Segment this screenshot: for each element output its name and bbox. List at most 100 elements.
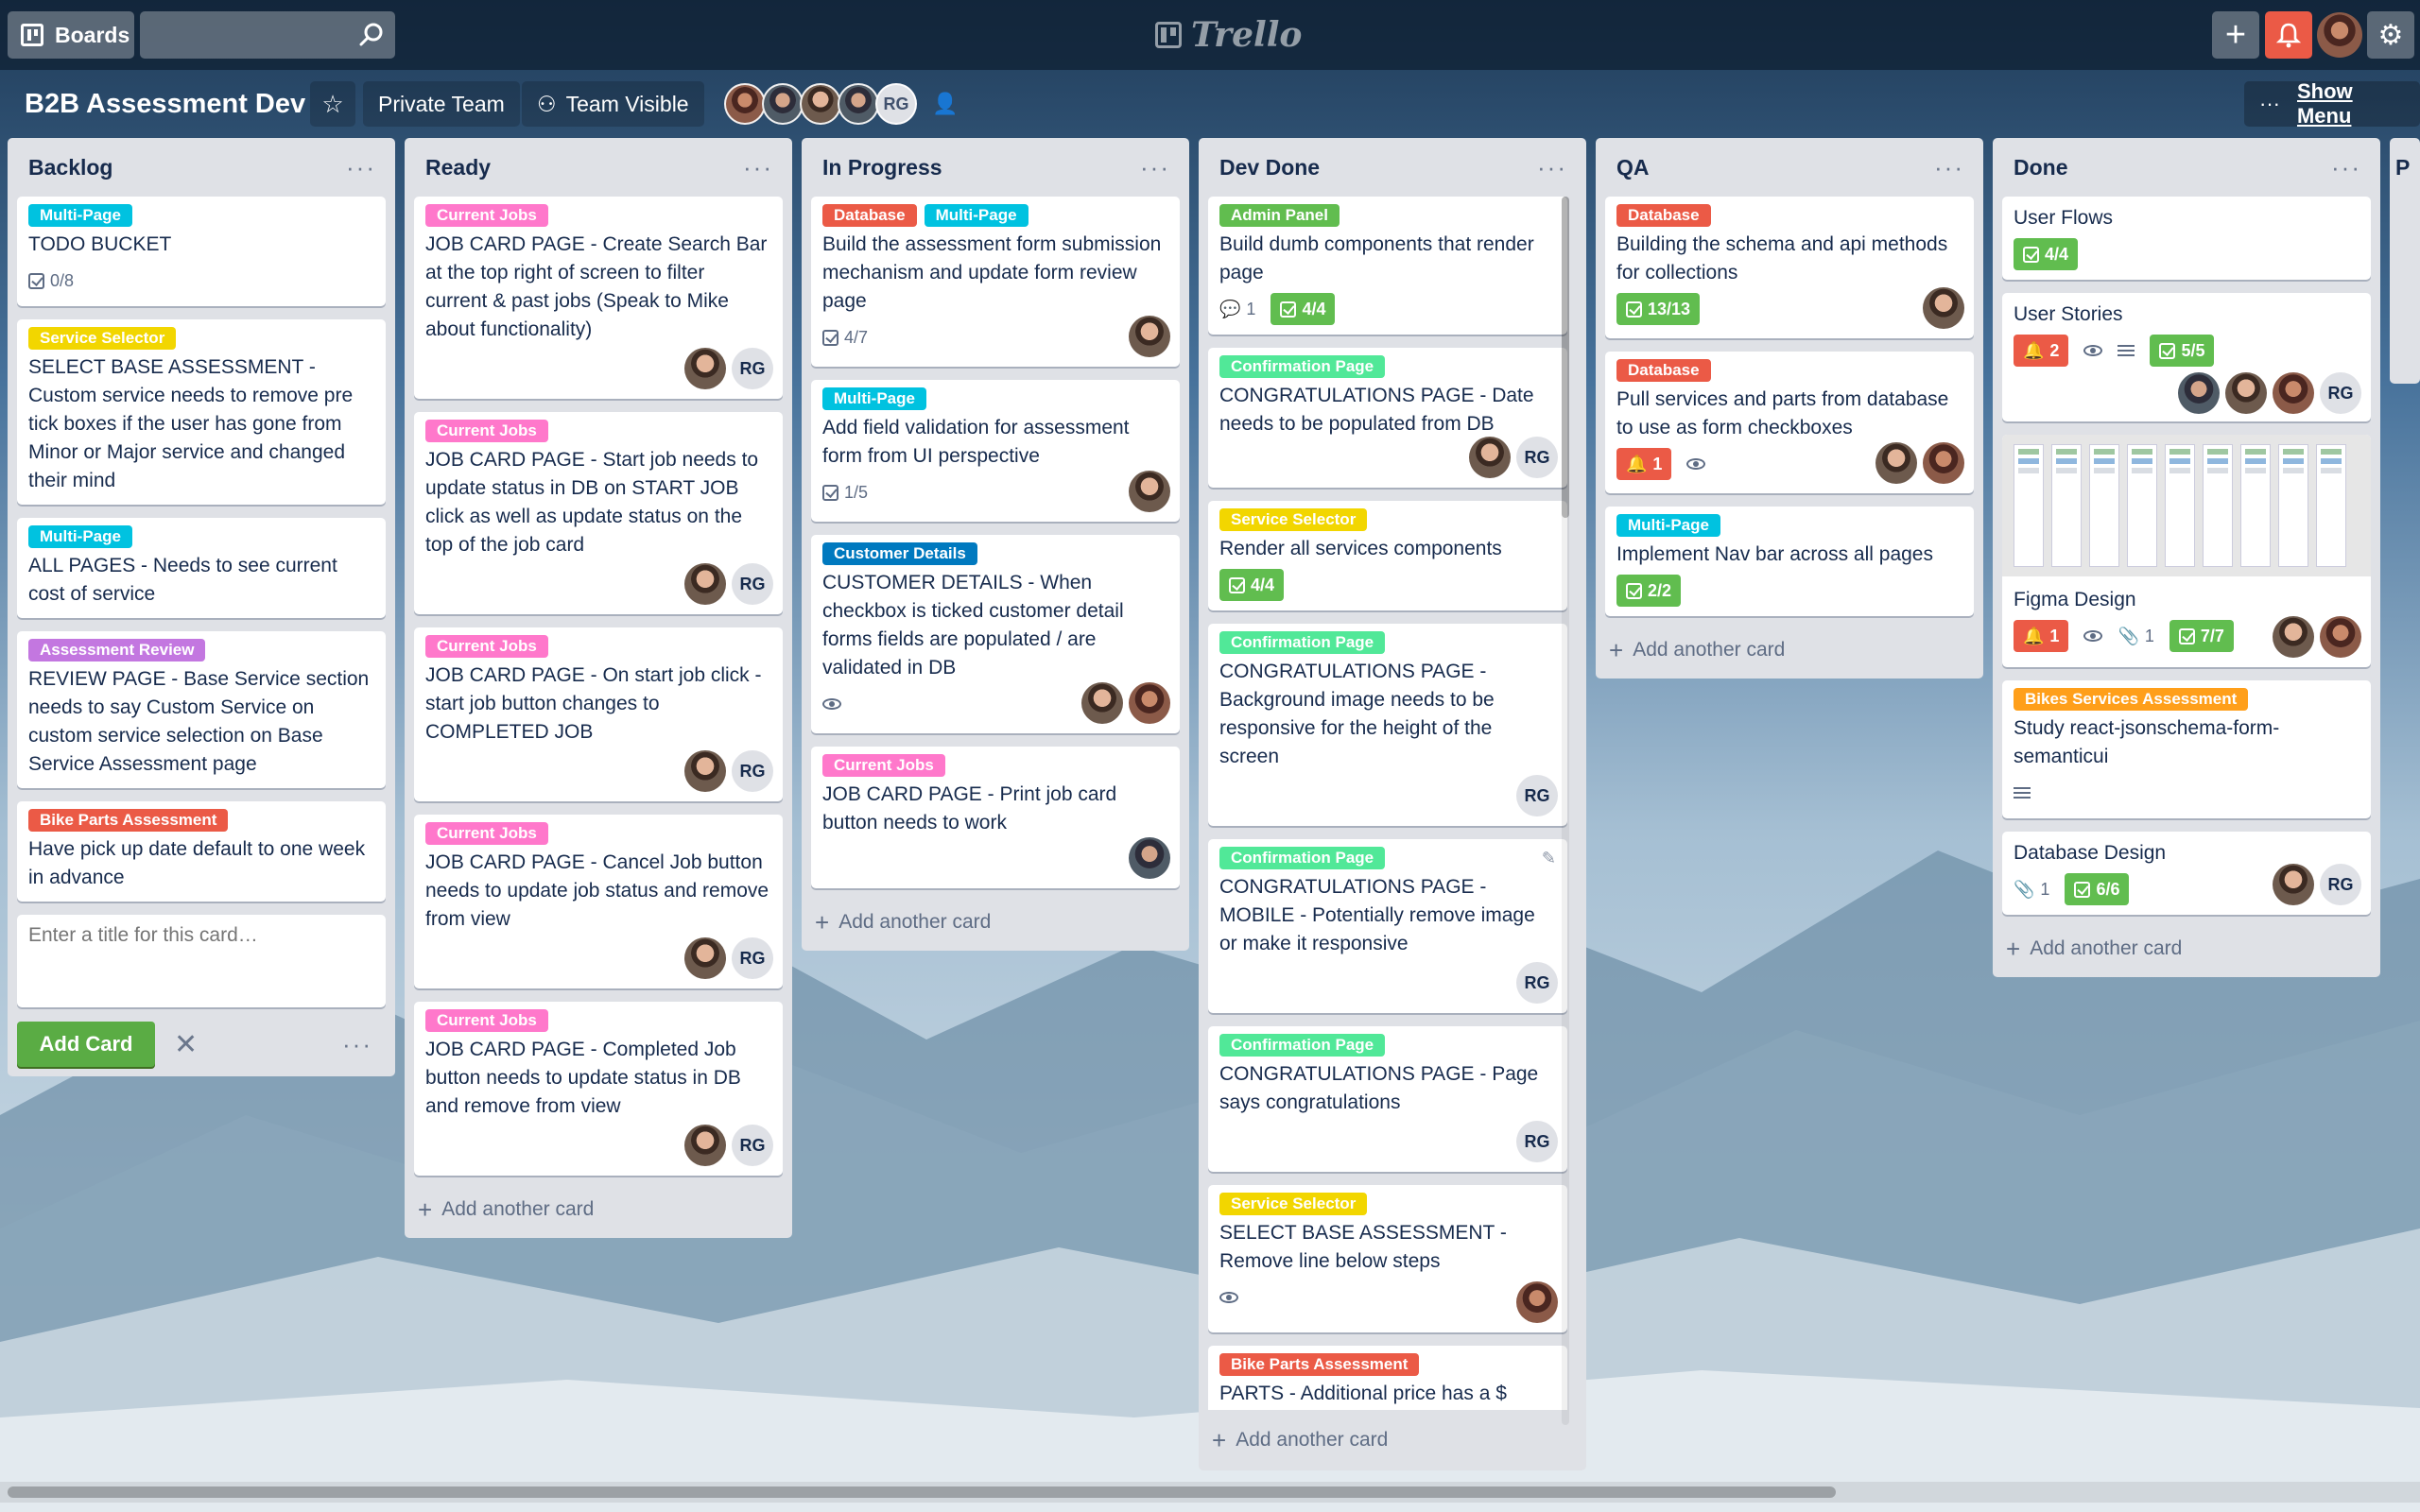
settings-button[interactable]: ⚙	[2367, 11, 2414, 59]
card[interactable]: User Flows 4/4	[2002, 197, 2371, 280]
member-avatar[interactable]	[2225, 372, 2267, 414]
card[interactable]: Bike Parts Assessment PARTS - Additional…	[1208, 1346, 1567, 1410]
trello-logo[interactable]: Trello	[1155, 13, 1302, 57]
card[interactable]: Multi-Page Implement Nav bar across all …	[1605, 507, 1974, 616]
card[interactable]: Service Selector Render all services com…	[1208, 501, 1567, 610]
show-menu-button[interactable]: ··· Show Menu	[2244, 79, 2420, 128]
card[interactable]: Confirmation Page CONGRATULATIONS PAGE -…	[1208, 624, 1567, 826]
card-label[interactable]: Confirmation Page	[1219, 1034, 1386, 1057]
card[interactable]: Customer Details CUSTOMER DETAILS - When…	[811, 535, 1180, 733]
list-header[interactable]: Done ···	[2002, 138, 2371, 197]
member-avatar[interactable]	[1081, 682, 1123, 724]
card[interactable]: Multi-Page Add field validation for asse…	[811, 380, 1180, 522]
card-label[interactable]: Confirmation Page	[1219, 847, 1386, 869]
member-avatar[interactable]	[1469, 437, 1511, 478]
member-avatar[interactable]	[2178, 372, 2220, 414]
notifications-button[interactable]	[2265, 11, 2312, 59]
member-avatar-initials[interactable]: RG	[732, 750, 773, 792]
list-title[interactable]: P	[2390, 138, 2420, 180]
member-avatar[interactable]	[1129, 837, 1170, 879]
card[interactable]: Database Building the schema and api met…	[1605, 197, 1974, 338]
member-avatar[interactable]	[800, 83, 841, 125]
member-avatar[interactable]	[1923, 442, 1964, 484]
card-label[interactable]: Service Selector	[1219, 508, 1368, 531]
new-card-title-input[interactable]	[17, 915, 386, 1007]
member-avatar[interactable]	[1129, 471, 1170, 512]
list-menu-icon[interactable]: ···	[743, 155, 773, 180]
list-scrollbar[interactable]	[1562, 197, 1569, 1425]
card[interactable]: Database Multi-Page Build the assessment…	[811, 197, 1180, 367]
invite-member-button[interactable]: 👤	[923, 81, 968, 127]
card[interactable]: Current Jobs JOB CARD PAGE - On start jo…	[414, 627, 783, 801]
team-button[interactable]: Private Team	[363, 81, 520, 127]
card-label[interactable]: Multi-Page	[924, 204, 1028, 227]
card[interactable]: Confirmation Page CONGRATULATIONS PAGE -…	[1208, 1026, 1567, 1172]
card-label[interactable]: Admin Panel	[1219, 204, 1340, 227]
list-header[interactable]: In Progress ···	[811, 138, 1180, 197]
member-avatar[interactable]	[838, 83, 879, 125]
member-avatar-initials[interactable]: RG	[1516, 1121, 1558, 1162]
list-menu-icon[interactable]: ···	[346, 155, 376, 180]
member-avatar-initials[interactable]: RG	[732, 348, 773, 389]
card-label[interactable]: Current Jobs	[425, 822, 548, 845]
card-label[interactable]: Multi-Page	[28, 525, 132, 548]
member-avatar[interactable]	[724, 83, 766, 125]
card[interactable]: Multi-Page TODO BUCKET 0/8	[17, 197, 386, 306]
board-title[interactable]: B2B Assessment Dev	[11, 81, 319, 127]
member-avatar[interactable]	[684, 348, 726, 389]
list-menu-icon[interactable]: ···	[1140, 155, 1170, 180]
member-avatar-initials[interactable]: RG	[732, 937, 773, 979]
card[interactable]: Database Pull services and parts from da…	[1605, 352, 1974, 493]
member-avatar-initials[interactable]: RG	[1516, 775, 1558, 816]
member-avatar[interactable]	[1876, 442, 1917, 484]
create-button[interactable]: +	[2212, 11, 2259, 59]
card-label[interactable]: Current Jobs	[425, 204, 548, 227]
card-label[interactable]: Multi-Page	[28, 204, 132, 227]
card[interactable]: Service Selector SELECT BASE ASSESSMENT …	[1208, 1185, 1567, 1332]
list-header[interactable]: Ready ···	[414, 138, 783, 197]
member-avatar[interactable]	[2320, 616, 2361, 658]
list-scrollbar-thumb[interactable]	[1562, 197, 1569, 518]
member-avatar[interactable]	[1129, 682, 1170, 724]
member-avatar[interactable]	[2273, 616, 2314, 658]
card-label[interactable]: Confirmation Page	[1219, 355, 1386, 378]
member-avatar[interactable]	[684, 1125, 726, 1166]
member-avatar[interactable]	[1923, 287, 1964, 329]
card-label[interactable]: Bike Parts Assessment	[1219, 1353, 1420, 1376]
list-header[interactable]: Backlog ···	[17, 138, 386, 197]
member-avatar[interactable]	[684, 563, 726, 605]
member-avatar-initials[interactable]: RG	[1516, 437, 1558, 478]
add-another-card-button[interactable]: + Add another card	[1208, 1419, 1577, 1461]
card-label[interactable]: Confirmation Page	[1219, 631, 1386, 654]
card[interactable]: Database Design 📎 1 6/6 RG	[2002, 832, 2371, 915]
board-horizontal-scrollbar[interactable]	[0, 1482, 2420, 1503]
list-title[interactable]: Backlog	[28, 155, 112, 180]
card-label[interactable]: Multi-Page	[1616, 514, 1720, 537]
list-cards-scroll[interactable]: Admin Panel Build dumb components that r…	[1208, 197, 1567, 1410]
card[interactable]: Assessment Review REVIEW PAGE - Base Ser…	[17, 631, 386, 788]
member-avatar-initials[interactable]: RG	[2320, 372, 2361, 414]
edit-pencil-icon[interactable]: ✎	[1542, 849, 1556, 868]
search-icon[interactable]	[357, 21, 386, 49]
member-avatar[interactable]	[684, 750, 726, 792]
member-avatar-initials[interactable]: RG	[1516, 962, 1558, 1004]
card-label[interactable]: Current Jobs	[425, 420, 548, 442]
card[interactable]: Service Selector SELECT BASE ASSESSMENT …	[17, 319, 386, 505]
card[interactable]: ✎ Confirmation Page CONGRATULATIONS PAGE…	[1208, 839, 1567, 1013]
card[interactable]: Current Jobs JOB CARD PAGE - Cancel Job …	[414, 815, 783, 988]
card[interactable]: Confirmation Page CONGRATULATIONS PAGE -…	[1208, 348, 1567, 488]
board-scrollbar-thumb[interactable]	[8, 1486, 1836, 1498]
list-next-partial[interactable]: P	[2390, 138, 2420, 384]
add-another-card-button[interactable]: + Add another card	[414, 1189, 783, 1230]
list-menu-icon[interactable]: ···	[1537, 155, 1567, 180]
card-label[interactable]: Assessment Review	[28, 639, 206, 662]
card[interactable]: Admin Panel Build dumb components that r…	[1208, 197, 1567, 335]
card[interactable]: User Stories 🔔 2 5/5 RG	[2002, 293, 2371, 421]
card-label[interactable]: Service Selector	[1219, 1193, 1368, 1215]
composer-options-icon[interactable]: ···	[342, 1030, 372, 1059]
member-avatar-initials[interactable]: RG	[732, 563, 773, 605]
list-menu-icon[interactable]: ···	[1934, 155, 1964, 180]
card[interactable]: Multi-Page ALL PAGES - Needs to see curr…	[17, 518, 386, 618]
card-label[interactable]: Current Jobs	[425, 1009, 548, 1032]
add-another-card-button[interactable]: + Add another card	[1605, 629, 1974, 671]
